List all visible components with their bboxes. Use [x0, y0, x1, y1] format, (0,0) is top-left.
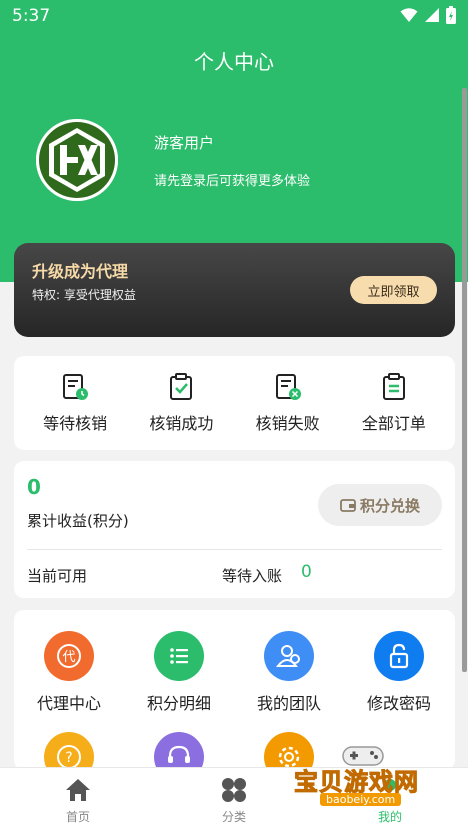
lock-icon: [374, 631, 424, 681]
page-title: 个人中心: [194, 50, 274, 74]
list-icon: [154, 631, 204, 681]
order-verify-fail[interactable]: 核销失败: [238, 372, 338, 434]
earnings-card: 0 累计收益(积分) 积分兑换 当前可用 等待入账 0: [14, 461, 455, 598]
menu-label: 代理中心: [36, 694, 101, 713]
points-exchange-button[interactable]: 积分兑换: [318, 484, 442, 526]
earnings-label: 累计收益(积分): [27, 512, 129, 530]
user-name: 游客用户: [154, 134, 215, 152]
scrollbar[interactable]: [462, 88, 467, 672]
order-label: 全部订单: [361, 414, 426, 433]
category-icon: [222, 778, 246, 802]
menu-support[interactable]: [129, 732, 229, 770]
order-label: 核销成功: [149, 414, 214, 433]
available-label: 当前可用: [27, 567, 88, 585]
watermark-logo: 宝贝游戏网 baobeiy.com: [290, 742, 440, 822]
menu-label: 积分明细: [146, 694, 211, 713]
home-icon: [66, 779, 90, 801]
menu-points-detail[interactable]: 积分明细: [129, 631, 229, 714]
all-orders-icon: [382, 373, 405, 400]
vip-upgrade-card: 升级成为代理 特权: 享受代理权益 立即领取: [14, 243, 455, 337]
signal-icon: [425, 8, 439, 22]
verify-success-icon: [170, 373, 193, 400]
exchange-label: 积分兑换: [359, 496, 420, 515]
vip-title: 升级成为代理: [32, 262, 129, 281]
order-all[interactable]: 全部订单: [344, 372, 444, 434]
wifi-icon: [400, 8, 418, 22]
verify-fail-icon: [275, 374, 301, 400]
order-verify-success[interactable]: 核销成功: [131, 372, 231, 434]
menu-label: 修改密码: [366, 694, 431, 713]
svg-text:?: ?: [65, 750, 72, 766]
tab-home[interactable]: 首页: [38, 776, 118, 825]
menu-agent-center[interactable]: 代 代理中心: [19, 631, 119, 714]
pending-value: 0: [301, 562, 312, 582]
menu-help[interactable]: ?: [19, 732, 119, 770]
earnings-value: 0: [27, 475, 41, 499]
agent-icon: 代: [44, 631, 94, 681]
help-icon: ?: [44, 732, 94, 770]
wallet-icon: [340, 499, 356, 512]
avatar[interactable]: [36, 119, 118, 201]
menu-my-team[interactable]: 我的团队: [239, 631, 339, 714]
status-icons: [400, 6, 456, 24]
menu-label: 我的团队: [256, 694, 321, 713]
agent-glyph: 代: [62, 650, 75, 665]
order-pending-verify[interactable]: 等待核销: [25, 372, 125, 434]
order-label: 等待核销: [43, 414, 108, 433]
watermark-url: baobeiy.com: [320, 793, 402, 806]
order-label: 核销失败: [255, 414, 320, 433]
claim-button[interactable]: 立即领取: [350, 276, 437, 304]
tab-label: 首页: [65, 810, 90, 824]
pending-label: 等待入账: [222, 567, 283, 585]
status-time: 5:37: [12, 6, 51, 26]
tab-category[interactable]: 分类: [194, 776, 274, 825]
team-icon: [264, 631, 314, 681]
orders-card: 等待核销 核销成功 核销失败 全部订单: [14, 356, 455, 450]
divider: [27, 549, 442, 550]
status-bar: 5:37: [0, 0, 468, 32]
pending-verify-icon: [63, 374, 89, 400]
battery-icon: [446, 6, 456, 24]
login-hint[interactable]: 请先登录后可获得更多体验: [154, 170, 310, 189]
support-icon: [154, 732, 204, 770]
watermark-text: 宝贝游戏网: [294, 768, 419, 797]
vip-subtitle: 特权: 享受代理权益: [32, 288, 136, 302]
tab-label: 分类: [221, 810, 246, 824]
hx-logo-icon: [36, 119, 118, 201]
menu-change-password[interactable]: 修改密码: [349, 631, 449, 714]
